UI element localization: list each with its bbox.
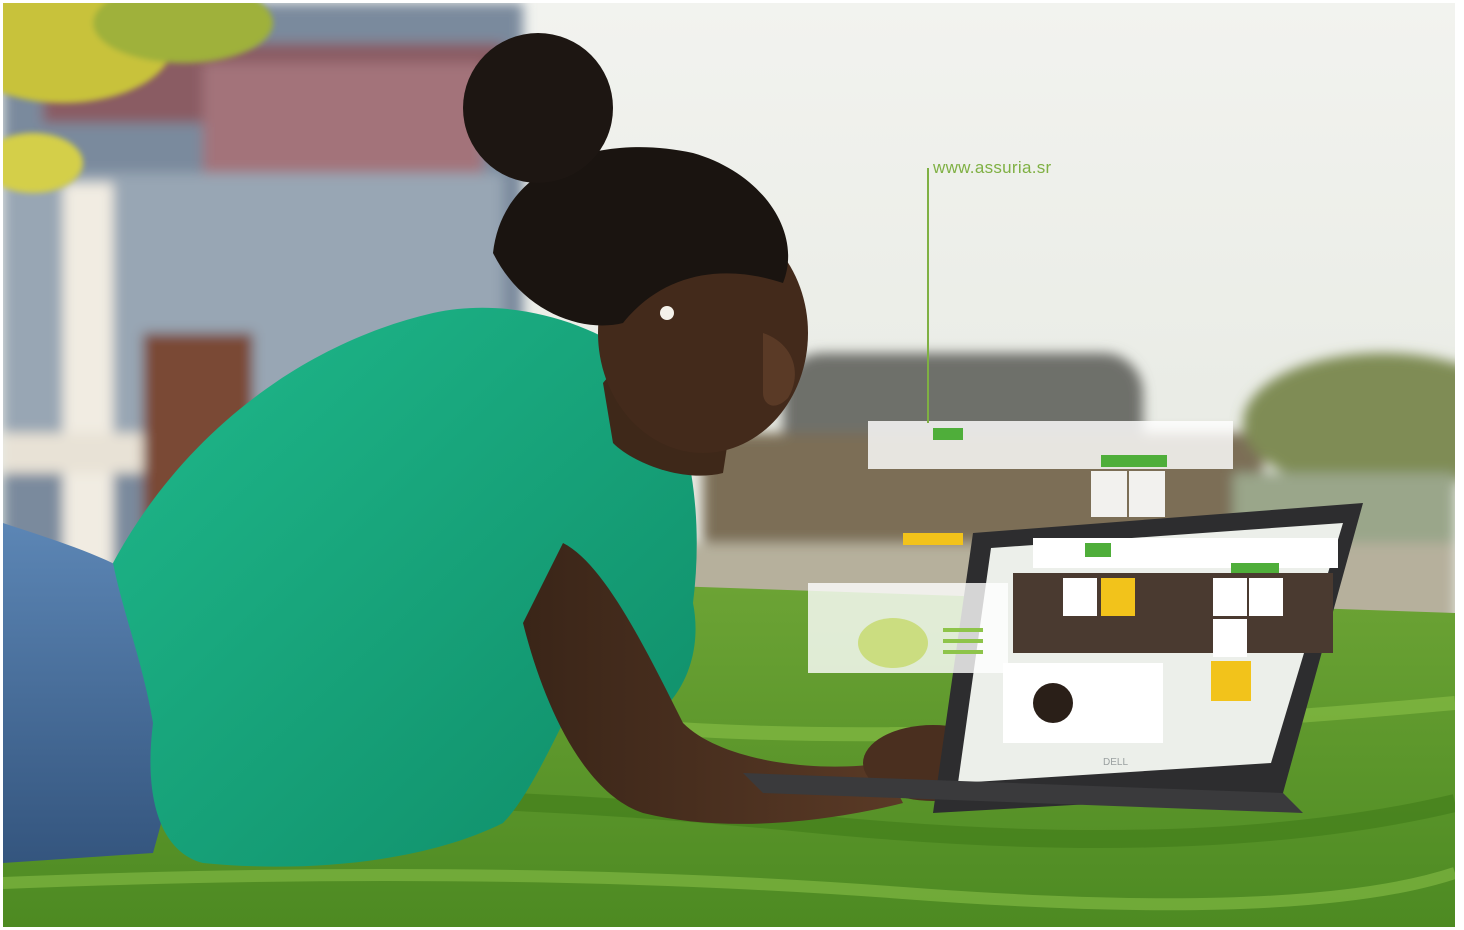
laptop-brand: DELL [1103, 757, 1128, 768]
hair-bun [463, 33, 613, 183]
scene-illustration: DELL [3, 3, 1455, 927]
earring [660, 306, 674, 320]
photo: DELL [3, 3, 1455, 927]
website-url-caption: www.assuria.sr [933, 158, 1052, 177]
